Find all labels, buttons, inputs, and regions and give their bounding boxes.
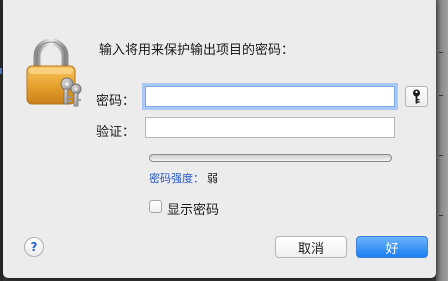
background-tick [439,215,443,216]
password-field[interactable] [145,86,395,107]
background-tick [439,155,443,156]
verify-label: 验证： [96,125,136,140]
help-button[interactable]: ? [24,237,44,257]
password-assistant-button[interactable] [405,86,428,107]
show-password-label[interactable]: 显示密码 [167,199,219,218]
background-tick [439,95,443,96]
ok-button[interactable]: 好 [356,236,428,258]
background-window-edge-right [436,0,448,281]
verify-field[interactable] [145,117,395,138]
password-dialog: 输入将用来保护输出项目的密码： 密码： 验证： 密码强度： 弱 显示密码 ? 取… [3,0,436,278]
background-window-marker [0,68,2,74]
password-strength-value: 弱 [207,172,218,185]
show-password-checkbox[interactable] [149,200,162,213]
password-strength-meter [149,154,392,162]
password-label: 密码： [96,94,136,109]
key-icon [413,89,420,104]
background-tick [439,52,443,53]
password-strength-label: 密码强度： [149,172,204,185]
cancel-button[interactable]: 取消 [275,236,347,258]
dialog-prompt: 输入将用来保护输出项目的密码： [99,43,295,58]
padlock-with-keys-icon [26,38,82,107]
